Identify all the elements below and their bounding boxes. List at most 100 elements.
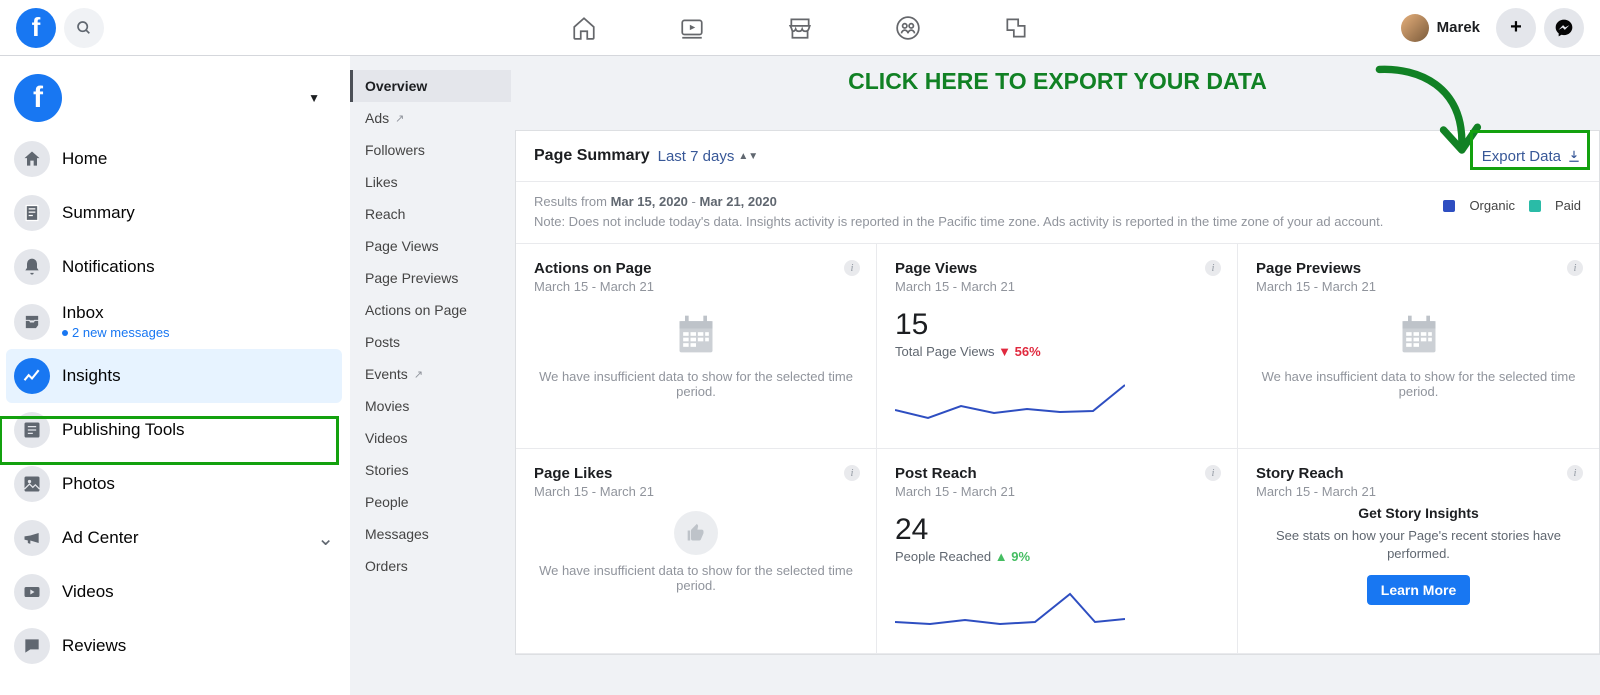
date-range-selector[interactable]: Last 7 days (658, 148, 735, 165)
video-icon (14, 574, 50, 610)
avatar[interactable] (1401, 14, 1429, 42)
messenger-button[interactable] (1544, 8, 1584, 48)
subnav-likes[interactable]: Likes (350, 166, 511, 198)
sidebar-item-notifications[interactable]: Notifications (6, 240, 342, 294)
subnav-page-previews[interactable]: Page Previews (350, 262, 511, 294)
sidebar-item-videos[interactable]: Videos (6, 565, 342, 619)
sidebar-item-reviews[interactable]: Reviews (6, 619, 342, 673)
megaphone-icon (14, 520, 50, 556)
card-title: Page Likes (534, 465, 858, 482)
home-icon (571, 15, 597, 41)
subnav-messages[interactable]: Messages (350, 518, 511, 550)
top-right: Marek + (1401, 8, 1584, 48)
legend-organic-swatch (1443, 200, 1455, 212)
subnav-ads[interactable]: Ads↗ (350, 102, 511, 134)
external-icon: ↗ (395, 112, 404, 125)
card-title: Actions on Page (534, 260, 858, 277)
card-page-previews[interactable]: i Page Previews March 15 - March 21 We h… (1238, 244, 1599, 449)
nav-watch[interactable] (679, 15, 705, 41)
card-date: March 15 - March 21 (534, 484, 858, 499)
subnav-actions[interactable]: Actions on Page (350, 294, 511, 326)
sidebar-item-label: Ad Center (62, 528, 139, 548)
info-icon[interactable]: i (1205, 465, 1221, 481)
stats-grid: i Actions on Page March 15 - March 21 We… (516, 243, 1599, 654)
subnav-events[interactable]: Events↗ (350, 358, 511, 390)
subnav-followers[interactable]: Followers (350, 134, 511, 166)
facebook-logo[interactable]: f (16, 8, 56, 48)
card-page-views[interactable]: i Page Views March 15 - March 21 15 Tota… (877, 244, 1238, 449)
sidebar-item-label: Summary (62, 203, 135, 223)
sidebar-item-sub: 2 new messages (62, 325, 170, 340)
info-icon[interactable]: i (1567, 260, 1583, 276)
search-button[interactable] (64, 8, 104, 48)
sidebar-item-label: Photos (62, 474, 115, 494)
card-post-reach[interactable]: i Post Reach March 15 - March 21 24 Peop… (877, 449, 1238, 654)
legend-organic-label: Organic (1469, 198, 1515, 213)
nav-home[interactable] (571, 15, 597, 41)
card-actions[interactable]: i Actions on Page March 15 - March 21 We… (516, 244, 877, 449)
subnav-posts[interactable]: Posts (350, 326, 511, 358)
inbox-icon (14, 304, 50, 340)
subnav-people[interactable]: People (350, 486, 511, 518)
calendar-icon (1397, 312, 1441, 356)
subnav-stories[interactable]: Stories (350, 454, 511, 486)
subnav-videos[interactable]: Videos (350, 422, 511, 454)
sidebar-item-summary[interactable]: Summary (6, 186, 342, 240)
delta-down: ▼ 56% (998, 344, 1041, 359)
sidebar-item-label: Insights (62, 366, 121, 386)
info-icon[interactable]: i (844, 465, 860, 481)
nav-marketplace[interactable] (787, 15, 813, 41)
photos-icon (14, 466, 50, 502)
publishing-icon (14, 412, 50, 448)
sidebar-item-adcenter[interactable]: Ad Center ⌄ (6, 511, 342, 565)
card-date: March 15 - March 21 (534, 279, 858, 294)
sidebar-item-inbox[interactable]: Inbox 2 new messages (6, 294, 342, 349)
story-heading: Get Story Insights (1256, 505, 1581, 521)
caret-down-icon: ▼ (308, 91, 320, 105)
subnav-orders[interactable]: Orders (350, 550, 511, 582)
card-date: March 15 - March 21 (1256, 484, 1581, 499)
export-data-button[interactable]: Export Data (1482, 148, 1581, 165)
empty-state: We have insufficient data to show for th… (1256, 294, 1581, 399)
plus-icon: + (1510, 16, 1522, 39)
calendar-icon (674, 312, 718, 356)
sidebar-item-label: Reviews (62, 636, 126, 656)
subnav-movies[interactable]: Movies (350, 390, 511, 422)
main-area: CLICK HERE TO EXPORT YOUR DATA Page Summ… (515, 56, 1600, 695)
nav-groups[interactable] (895, 15, 921, 41)
subnav-page-views[interactable]: Page Views (350, 230, 511, 262)
messenger-icon (1554, 18, 1574, 38)
sidebar-item-label: Notifications (62, 257, 155, 277)
card-page-likes[interactable]: i Page Likes March 15 - March 21 We have… (516, 449, 877, 654)
info-icon[interactable]: i (844, 260, 860, 276)
info-icon[interactable]: i (1205, 260, 1221, 276)
card-date: March 15 - March 21 (895, 279, 1219, 294)
user-name[interactable]: Marek (1437, 19, 1480, 36)
note-text: Results from Mar 15, 2020 - Mar 21, 2020… (534, 192, 1423, 231)
search-icon (76, 20, 92, 36)
card-sub: People Reached ▲ 9% (895, 549, 1219, 564)
card-story-reach[interactable]: i Story Reach March 15 - March 21 Get St… (1238, 449, 1599, 654)
sidebar-item-photos[interactable]: Photos (6, 457, 342, 511)
page-logo: f (14, 74, 62, 122)
sidebar-header[interactable]: f ▼ (6, 68, 342, 132)
empty-state: We have insufficient data to show for th… (534, 294, 858, 399)
sidebar-item-home[interactable]: Home (6, 132, 342, 186)
sparkline (895, 377, 1125, 427)
legend: Organic Paid (1443, 198, 1581, 213)
bell-icon (14, 249, 50, 285)
nav-gaming[interactable] (1003, 15, 1029, 41)
subnav-overview[interactable]: Overview (350, 70, 511, 102)
learn-more-button[interactable]: Learn More (1367, 575, 1470, 605)
sidebar-item-label: Publishing Tools (62, 420, 185, 440)
top-center-nav (571, 15, 1029, 41)
create-button[interactable]: + (1496, 8, 1536, 48)
note-row: Results from Mar 15, 2020 - Mar 21, 2020… (516, 181, 1599, 243)
sidebar-item-publishing[interactable]: Publishing Tools (6, 403, 342, 457)
subnav-reach[interactable]: Reach (350, 198, 511, 230)
info-icon[interactable]: i (1567, 465, 1583, 481)
delta-up: ▲ 9% (995, 549, 1030, 564)
watch-icon (679, 15, 705, 41)
sidebar-item-insights[interactable]: Insights (6, 349, 342, 403)
annotation-arrow (1372, 58, 1482, 178)
